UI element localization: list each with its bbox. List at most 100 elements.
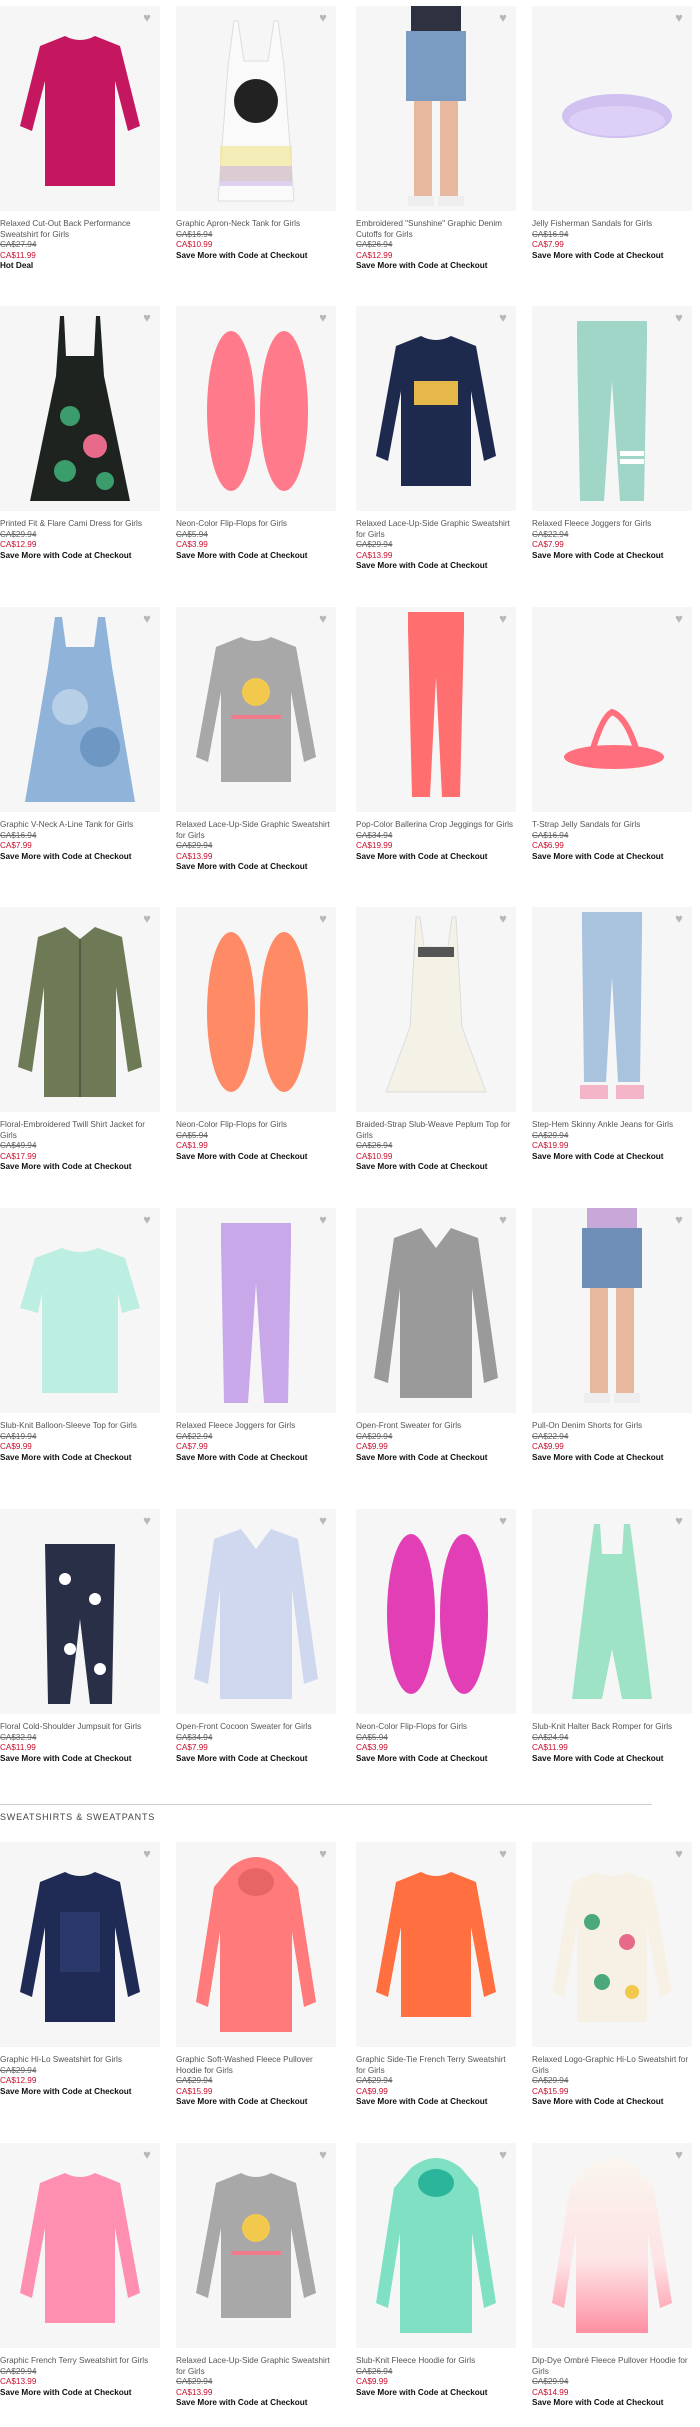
product-card[interactable]: ♥ Graphic French Terry Sweatshirt for Gi… [0,2143,160,2398]
product-card[interactable]: ♥ Neon-Color Flip-Flops for Girls CA$5.9… [356,1509,516,1764]
product-name[interactable]: Neon-Color Flip-Flops for Girls [176,519,336,530]
product-image[interactable]: ♥ [0,607,160,812]
product-name[interactable]: Slub-Knit Balloon-Sleeve Top for Girls [0,1421,160,1432]
product-name[interactable]: Printed Fit & Flare Cami Dress for Girls [0,519,160,530]
product-name[interactable]: Slub-Knit Fleece Hoodie for Girls [356,2356,516,2367]
heart-outline-icon[interactable]: ♥ [140,1847,154,1861]
product-name[interactable]: Braided-Strap Slub-Weave Peplum Top for … [356,1120,516,1141]
product-name[interactable]: Graphic Side-Tie French Terry Sweatshirt… [356,2055,516,2076]
heart-outline-icon[interactable]: ♥ [496,912,510,926]
heart-outline-icon[interactable]: ♥ [672,2148,686,2162]
product-card[interactable]: ♥ Graphic V-Neck A-Line Tank for Girls C… [0,607,160,862]
product-image[interactable]: ♥ [0,2143,160,2348]
product-name[interactable]: Jelly Fisherman Sandals for Girls [532,219,692,230]
product-card[interactable]: ♥ Printed Fit & Flare Cami Dress for Gir… [0,306,160,561]
heart-outline-icon[interactable]: ♥ [672,912,686,926]
product-image[interactable]: ♥ [532,1509,692,1714]
heart-outline-icon[interactable]: ♥ [140,1213,154,1227]
product-name[interactable]: Relaxed Lace-Up-Side Graphic Sweatshirt … [176,2356,336,2377]
product-card[interactable]: ♥ Slub-Knit Halter Back Romper for Girls… [532,1509,692,1764]
product-name[interactable]: Floral Cold-Shoulder Jumpsuit for Girls [0,1722,160,1733]
product-card[interactable]: ♥ Slub-Knit Balloon-Sleeve Top for Girls… [0,1208,160,1463]
product-name[interactable]: Relaxed Lace-Up-Side Graphic Sweatshirt … [356,519,516,540]
product-image[interactable]: ♥ [356,1842,516,2047]
product-name[interactable]: Pop-Color Ballerina Crop Jeggings for Gi… [356,820,516,831]
product-image[interactable]: ♥ [176,1842,336,2047]
product-name[interactable]: Open-Front Cocoon Sweater for Girls [176,1722,336,1733]
product-name[interactable]: T-Strap Jelly Sandals for Girls [532,820,692,831]
heart-outline-icon[interactable]: ♥ [672,311,686,325]
heart-outline-icon[interactable]: ♥ [496,311,510,325]
product-card[interactable]: ♥ Dip-Dye Ombré Fleece Pullover Hoodie f… [532,2143,692,2409]
product-card[interactable]: ♥ Embroidered "Sunshine" Graphic Denim C… [356,6,516,272]
product-card[interactable]: ♥ Relaxed Fleece Joggers for Girls CA$22… [532,306,692,561]
product-image[interactable]: ♥ [532,907,692,1112]
product-name[interactable]: Relaxed Fleece Joggers for Girls [176,1421,336,1432]
product-name[interactable]: Neon-Color Flip-Flops for Girls [356,1722,516,1733]
product-image[interactable]: ♥ [176,1208,336,1413]
product-image[interactable]: ♥ [532,607,692,812]
product-image[interactable]: ♥ [532,306,692,511]
heart-outline-icon[interactable]: ♥ [316,11,330,25]
heart-outline-icon[interactable]: ♥ [672,612,686,626]
product-card[interactable]: ♥ Open-Front Sweater for Girls CA$29.94 … [356,1208,516,1463]
heart-outline-icon[interactable]: ♥ [316,311,330,325]
product-image[interactable]: ♥ [356,607,516,812]
product-image[interactable]: ♥ [356,1208,516,1413]
product-image[interactable]: ♥ [176,1509,336,1714]
product-name[interactable]: Open-Front Sweater for Girls [356,1421,516,1432]
product-image[interactable]: ♥ [0,907,160,1112]
heart-outline-icon[interactable]: ♥ [496,11,510,25]
product-image[interactable]: ♥ [532,1208,692,1413]
product-name[interactable]: Relaxed Lace-Up-Side Graphic Sweatshirt … [176,820,336,841]
product-name[interactable]: Neon-Color Flip-Flops for Girls [176,1120,336,1131]
heart-outline-icon[interactable]: ♥ [316,1213,330,1227]
product-name[interactable]: Graphic Apron-Neck Tank for Girls [176,219,336,230]
product-image[interactable]: ♥ [356,6,516,211]
heart-outline-icon[interactable]: ♥ [316,2148,330,2162]
product-card[interactable]: ♥ Open-Front Cocoon Sweater for Girls CA… [176,1509,336,1764]
heart-outline-icon[interactable]: ♥ [316,612,330,626]
heart-outline-icon[interactable]: ♥ [496,612,510,626]
product-card[interactable]: ♥ Jelly Fisherman Sandals for Girls CA$1… [532,6,692,261]
product-card[interactable]: ♥ Neon-Color Flip-Flops for Girls CA$5.9… [176,907,336,1162]
product-card[interactable]: ♥ Relaxed Lace-Up-Side Graphic Sweatshir… [176,607,336,873]
heart-outline-icon[interactable]: ♥ [496,1514,510,1528]
product-card[interactable]: ♥ Pull-On Denim Shorts for Girls CA$22.9… [532,1208,692,1463]
product-image[interactable]: ♥ [0,6,160,211]
product-name[interactable]: Slub-Knit Halter Back Romper for Girls [532,1722,692,1733]
product-image[interactable]: ♥ [356,1509,516,1714]
heart-outline-icon[interactable]: ♥ [672,1847,686,1861]
product-name[interactable]: Graphic Soft-Washed Fleece Pullover Hood… [176,2055,336,2076]
product-name[interactable]: Floral-Embroidered Twill Shirt Jacket fo… [0,1120,160,1141]
product-image[interactable]: ♥ [532,6,692,211]
product-name[interactable]: Dip-Dye Ombré Fleece Pullover Hoodie for… [532,2356,692,2377]
product-card[interactable]: ♥ Relaxed Lace-Up-Side Graphic Sweatshir… [176,2143,336,2409]
heart-outline-icon[interactable]: ♥ [140,11,154,25]
heart-outline-icon[interactable]: ♥ [140,2148,154,2162]
product-card[interactable]: ♥ T-Strap Jelly Sandals for Girls CA$16.… [532,607,692,862]
heart-outline-icon[interactable]: ♥ [496,1213,510,1227]
heart-outline-icon[interactable]: ♥ [496,2148,510,2162]
heart-outline-icon[interactable]: ♥ [316,912,330,926]
heart-outline-icon[interactable]: ♥ [140,1514,154,1528]
product-image[interactable]: ♥ [356,306,516,511]
product-image[interactable]: ♥ [356,907,516,1112]
product-image[interactable]: ♥ [176,907,336,1112]
product-card[interactable]: ♥ Step-Hem Skinny Ankle Jeans for Girls … [532,907,692,1162]
heart-outline-icon[interactable]: ♥ [672,1213,686,1227]
product-image[interactable]: ♥ [0,306,160,511]
product-card[interactable]: ♥ Neon-Color Flip-Flops for Girls CA$5.9… [176,306,336,561]
product-card[interactable]: ♥ Relaxed Fleece Joggers for Girls CA$22… [176,1208,336,1463]
product-card[interactable]: ♥ Graphic Hi-Lo Sweatshirt for Girls CA$… [0,1842,160,2097]
product-name[interactable]: Step-Hem Skinny Ankle Jeans for Girls [532,1120,692,1131]
product-name[interactable]: Graphic French Terry Sweatshirt for Girl… [0,2356,160,2367]
heart-outline-icon[interactable]: ♥ [316,1514,330,1528]
heart-outline-icon[interactable]: ♥ [316,1847,330,1861]
product-image[interactable]: ♥ [532,1842,692,2047]
product-name[interactable]: Relaxed Cut-Out Back Performance Sweatsh… [0,219,160,240]
product-card[interactable]: ♥ Relaxed Lace-Up-Side Graphic Sweatshir… [356,306,516,572]
product-card[interactable]: ♥ Relaxed Cut-Out Back Performance Sweat… [0,6,160,272]
product-name[interactable]: Embroidered "Sunshine" Graphic Denim Cut… [356,219,516,240]
product-name[interactable]: Graphic V-Neck A-Line Tank for Girls [0,820,160,831]
